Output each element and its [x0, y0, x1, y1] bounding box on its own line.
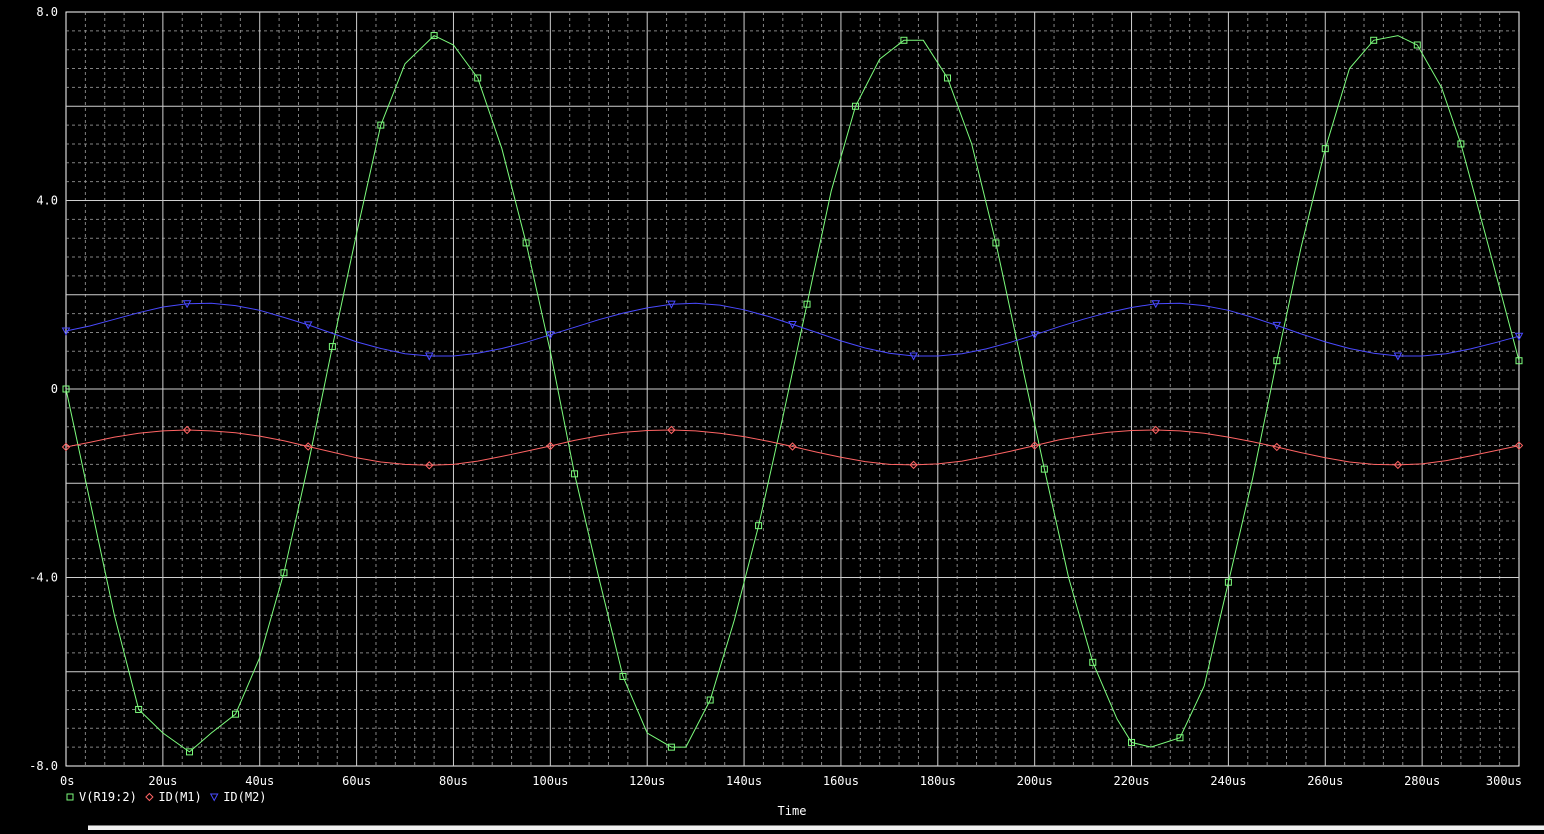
- window-bottom-edge: [88, 825, 1544, 830]
- x-tick-label: 300us: [1486, 774, 1522, 788]
- legend-item: ID(M1): [145, 790, 202, 804]
- grid-lines: [66, 12, 1519, 766]
- x-tick-label: 180us: [920, 774, 956, 788]
- x-tick-label: 40us: [245, 774, 274, 788]
- probe-plot-window: 0s 20us 40us 60us 80us 100us 120us 140us 160us 18…: [0, 0, 1544, 830]
- series-id-m2: [61, 300, 1524, 361]
- legend-label: V(R19:2): [79, 790, 137, 804]
- series-line: [65, 34, 1520, 753]
- x-tick-label: 60us: [342, 774, 371, 788]
- legend-item: ID(M2): [209, 790, 267, 804]
- x-tick-label: 120us: [629, 774, 665, 788]
- data-point-marker: [209, 793, 219, 802]
- x-tick-label: 200us: [1017, 774, 1053, 788]
- data-point-marker: [145, 792, 154, 802]
- waveform-chart: 0s 20us 40us 60us 80us 100us 120us 140us 160us 18…: [29, 5, 1524, 818]
- y-tick-label: -4.0: [29, 571, 58, 585]
- x-tick-label: 20us: [148, 774, 177, 788]
- x-axis-title: Time: [778, 804, 807, 818]
- legend-label: ID(M2): [223, 790, 266, 804]
- x-tick-label: 280us: [1404, 774, 1440, 788]
- legend-item: V(R19:2): [66, 790, 137, 804]
- x-tick-label: 0s: [60, 774, 74, 788]
- legend-label: ID(M1): [158, 790, 201, 804]
- y-tick-label: 8.0: [36, 5, 58, 19]
- series-id-m1: [61, 425, 1524, 470]
- x-tick-label: 260us: [1307, 774, 1343, 788]
- series-v-r19-2: [62, 32, 1523, 756]
- series-line: [65, 429, 1520, 466]
- x-tick-label: 220us: [1113, 774, 1149, 788]
- legend: V(R19:2) ID(M1) ID(M2): [66, 790, 267, 804]
- waveform-traces: [61, 32, 1524, 756]
- x-tick-label: 80us: [439, 774, 468, 788]
- x-tick-label: 140us: [726, 774, 762, 788]
- axis-tick-labels: 0s 20us 40us 60us 80us 100us 120us 140us 160us 18…: [29, 5, 1522, 788]
- series-line: [65, 302, 1520, 357]
- y-tick-label: 0: [51, 382, 58, 396]
- y-tick-label: 4.0: [36, 194, 58, 208]
- y-tick-label: -8.0: [29, 759, 58, 773]
- x-tick-label: 100us: [532, 774, 568, 788]
- x-tick-label: 160us: [823, 774, 859, 788]
- data-point-marker: [66, 793, 74, 801]
- x-tick-label: 240us: [1210, 774, 1246, 788]
